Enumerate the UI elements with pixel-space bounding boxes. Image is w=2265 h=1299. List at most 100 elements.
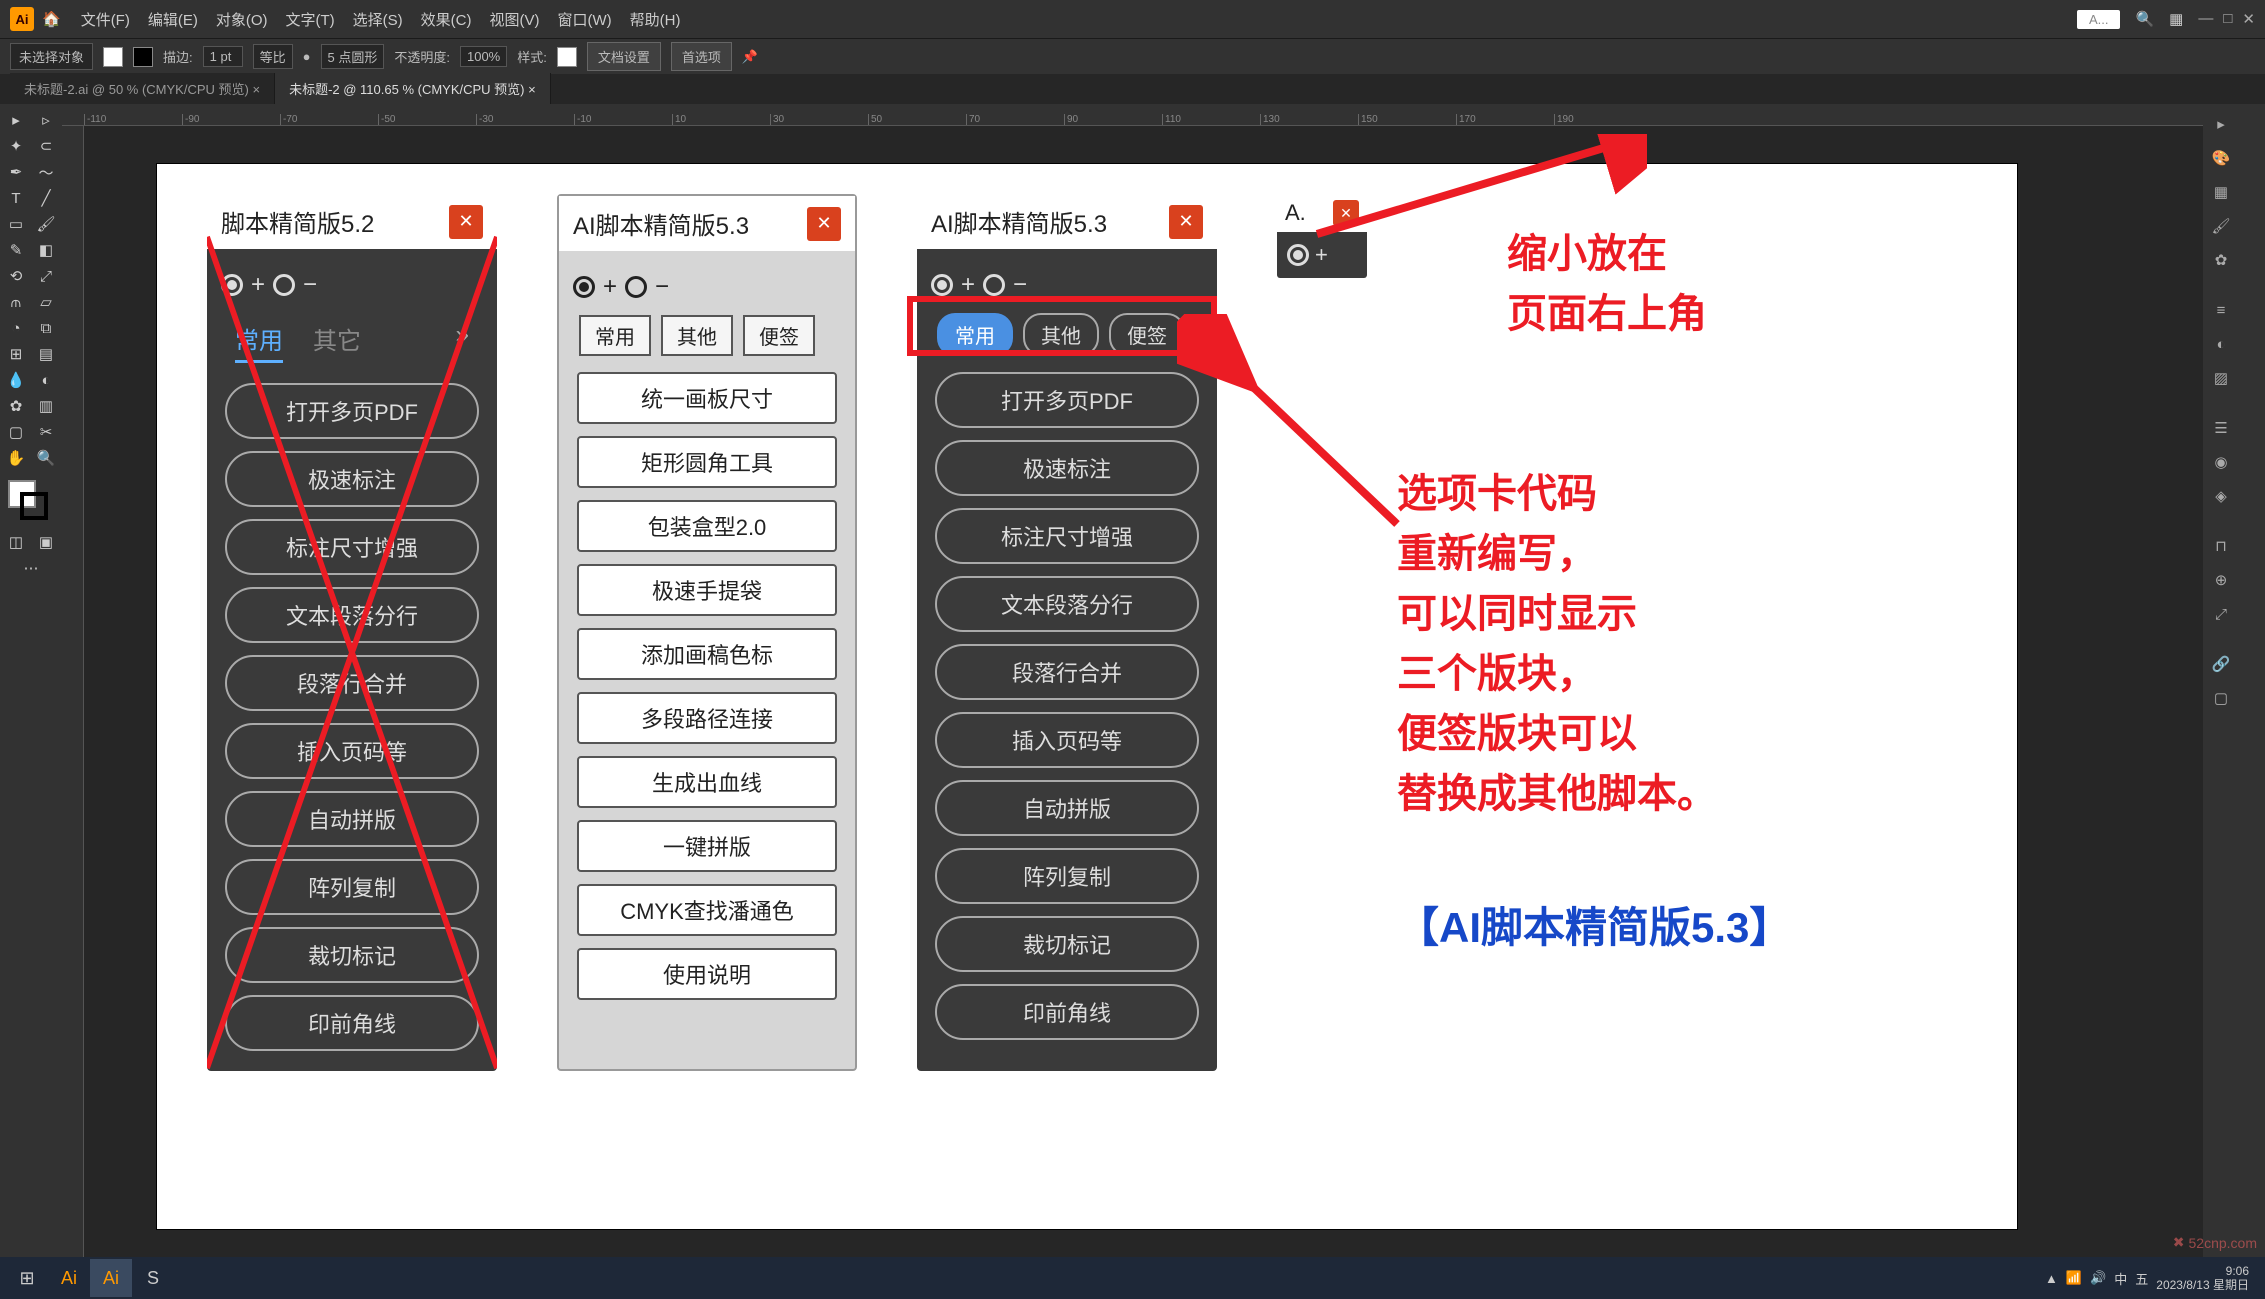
prefs-button[interactable]: 首选项 <box>671 42 732 71</box>
menu-help[interactable]: 帮助(H) <box>630 9 681 30</box>
btn-para-merge[interactable]: 段落行合并 <box>935 644 1199 700</box>
panel53l-tab-notes[interactable]: 便签 <box>743 315 815 356</box>
btn-quick-annotate[interactable]: 极速标注 <box>935 440 1199 496</box>
btn-para-merge[interactable]: 段落行合并 <box>225 655 479 711</box>
panel-appearance-icon[interactable]: ◉ <box>2207 448 2235 476</box>
btn-array-copy[interactable]: 阵列复制 <box>225 859 479 915</box>
tool-eyedropper[interactable]: 💧 <box>2 368 30 392</box>
tool-wand[interactable]: ✦ <box>2 134 30 158</box>
btn-dim-enhance[interactable]: 标注尺寸增强 <box>225 519 479 575</box>
menu-effect[interactable]: 效果(C) <box>421 9 472 30</box>
panel52-close-icon[interactable]: ✕ <box>449 205 483 239</box>
tool-scale[interactable]: ⤢ <box>32 264 60 288</box>
panel53l-close-icon[interactable]: ✕ <box>807 207 841 241</box>
btn-insert-pageno[interactable]: 插入页码等 <box>225 723 479 779</box>
corner-select[interactable]: 5 点圆形 <box>321 44 385 69</box>
btn-rect-corner[interactable]: 矩形圆角工具 <box>577 436 837 488</box>
tool-lasso[interactable]: ⊂ <box>32 134 60 158</box>
stroke-swatch[interactable] <box>133 47 153 67</box>
btn-open-pdf[interactable]: 打开多页PDF <box>935 372 1199 428</box>
tray-volume-icon[interactable]: 🔊 <box>2090 1270 2106 1286</box>
panel-links-icon[interactable]: 🔗 <box>2207 650 2235 678</box>
tool-color-mode[interactable]: ◫ <box>2 530 30 554</box>
chevron-right-icon[interactable]: » <box>456 321 469 363</box>
panel53l-tab-other[interactable]: 其他 <box>661 315 733 356</box>
home-icon[interactable]: 🏠 <box>42 10 61 28</box>
btn-text-split[interactable]: 文本段落分行 <box>225 587 479 643</box>
panel-graphic-styles-icon[interactable]: ◈ <box>2207 482 2235 510</box>
color-swatches[interactable] <box>2 480 60 520</box>
btn-cmyk-pantone[interactable]: CMYK查找潘通色 <box>577 884 837 936</box>
close-icon[interactable]: ✕ <box>2242 10 2255 28</box>
maximize-icon[interactable]: □ <box>2223 10 2232 28</box>
panel-transparency-icon[interactable]: ▨ <box>2207 364 2235 392</box>
radio-on-icon[interactable] <box>221 274 243 296</box>
btn-handbag[interactable]: 极速手提袋 <box>577 564 837 616</box>
minimize-icon[interactable]: — <box>2198 10 2213 28</box>
radio-on-icon[interactable] <box>931 274 953 296</box>
start-button[interactable]: ⊞ <box>6 1259 48 1297</box>
tool-graph[interactable]: ▥ <box>32 394 60 418</box>
btn-prepress-corner[interactable]: 印前角线 <box>935 984 1199 1040</box>
btn-path-join[interactable]: 多段路径连接 <box>577 692 837 744</box>
btn-insert-pageno[interactable]: 插入页码等 <box>935 712 1199 768</box>
radio-on-icon[interactable] <box>573 276 595 298</box>
stroke-weight-input[interactable]: 1 pt <box>203 46 243 67</box>
tool-edit-toolbar[interactable]: ⋯ <box>2 556 60 580</box>
tool-rotate[interactable]: ⟲ <box>2 264 30 288</box>
tool-zoom[interactable]: 🔍 <box>32 446 60 470</box>
tool-symbol[interactable]: ✿ <box>2 394 30 418</box>
panel-align-icon[interactable]: ⊓ <box>2207 532 2235 560</box>
tool-shaper[interactable]: ✎ <box>2 238 30 262</box>
tool-eraser[interactable]: ◧ <box>32 238 60 262</box>
opacity-input[interactable]: 100% <box>460 46 507 67</box>
arrange-icon[interactable]: ▦ <box>2169 10 2183 28</box>
doc-tab-2[interactable]: 未标题-2 @ 110.65 % (CMYK/CPU 预览) × <box>275 73 551 104</box>
menu-select[interactable]: 选择(S) <box>353 9 403 30</box>
mini-close-icon[interactable]: ✕ <box>1333 200 1359 226</box>
tray-lang-icon[interactable]: 五 <box>2135 1269 2148 1288</box>
fill-swatch[interactable] <box>103 47 123 67</box>
canvas[interactable]: -110-90-70-50-30-10103050709011013015017… <box>62 104 2203 1269</box>
tray-icon[interactable]: ▲ <box>2045 1271 2058 1286</box>
tool-type[interactable]: T <box>2 186 30 210</box>
panel-brushes-icon[interactable]: 🖌 <box>2207 212 2235 240</box>
btn-unify-artboard[interactable]: 统一画板尺寸 <box>577 372 837 424</box>
taskbar-app-icon[interactable]: S <box>132 1259 174 1297</box>
btn-auto-impose[interactable]: 自动拼版 <box>935 780 1199 836</box>
btn-auto-impose[interactable]: 自动拼版 <box>225 791 479 847</box>
panel-swatches-icon[interactable]: ▦ <box>2207 178 2235 206</box>
btn-crop-marks[interactable]: 裁切标记 <box>935 916 1199 972</box>
panel-symbols-icon[interactable]: ✿ <box>2207 246 2235 274</box>
panel-layers-icon[interactable]: ☰ <box>2207 414 2235 442</box>
panel53d-close-icon[interactable]: ✕ <box>1169 205 1203 239</box>
search-input[interactable]: A... <box>2077 10 2121 29</box>
style-swatch[interactable] <box>557 47 577 67</box>
panel52-tab-other[interactable]: 其它 <box>313 321 361 363</box>
tool-free-transform[interactable]: ▱ <box>32 290 60 314</box>
radio-on-icon[interactable] <box>1287 244 1309 266</box>
tool-screen-mode[interactable]: ▣ <box>32 530 60 554</box>
tool-gradient[interactable]: ▤ <box>32 342 60 366</box>
radio-off-icon[interactable] <box>625 276 647 298</box>
tool-hand[interactable]: ✋ <box>2 446 30 470</box>
uniform-select[interactable]: 等比 <box>253 44 293 69</box>
panel53l-tab-common[interactable]: 常用 <box>579 315 651 356</box>
radio-off-icon[interactable] <box>983 274 1005 296</box>
panel-pathfinder-icon[interactable]: ⊕ <box>2207 566 2235 594</box>
tool-direct-select[interactable]: ▹ <box>32 108 60 132</box>
tool-artboard[interactable]: ▢ <box>2 420 30 444</box>
btn-quick-annotate[interactable]: 极速标注 <box>225 451 479 507</box>
menu-object[interactable]: 对象(O) <box>216 9 268 30</box>
taskbar-clock[interactable]: 9:06 2023/8/13 星期日 <box>2156 1264 2249 1293</box>
btn-help[interactable]: 使用说明 <box>577 948 837 1000</box>
tool-brush[interactable]: 🖌 <box>32 212 60 236</box>
panel-artboards-icon[interactable]: ▢ <box>2207 684 2235 712</box>
btn-dim-enhance[interactable]: 标注尺寸增强 <box>935 508 1199 564</box>
btn-open-pdf[interactable]: 打开多页PDF <box>225 383 479 439</box>
menu-window[interactable]: 窗口(W) <box>558 9 612 30</box>
panel-color-icon[interactable]: 🎨 <box>2207 144 2235 172</box>
btn-array-copy[interactable]: 阵列复制 <box>935 848 1199 904</box>
tool-slice[interactable]: ✂ <box>32 420 60 444</box>
tool-rect[interactable]: ▭ <box>2 212 30 236</box>
